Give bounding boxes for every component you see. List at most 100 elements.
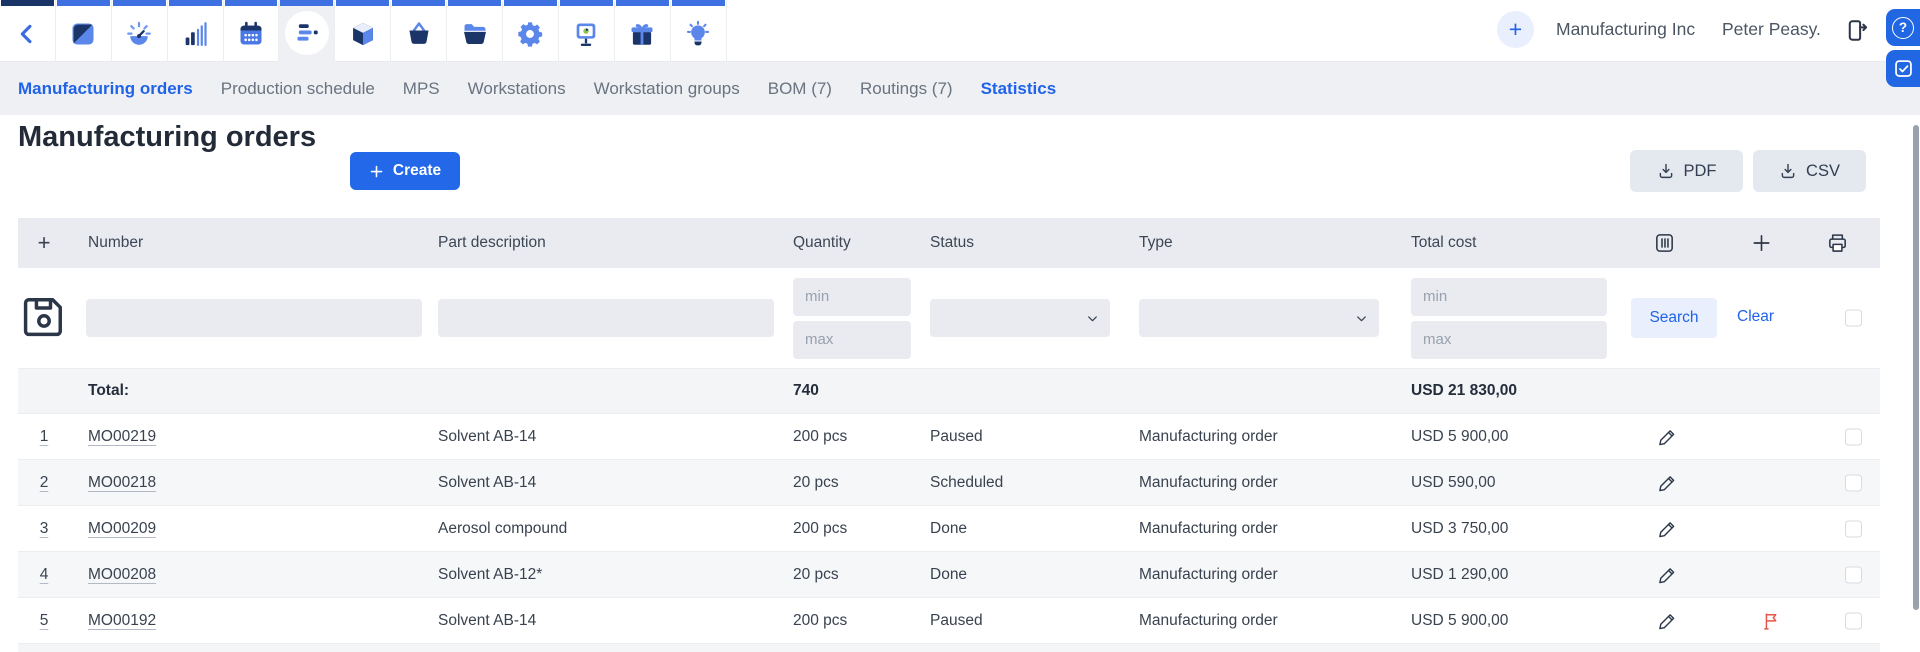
part-description-filter-input[interactable] (438, 299, 774, 337)
download-icon (1781, 163, 1795, 179)
col-header-total-cost[interactable]: Total cost (1411, 234, 1623, 252)
flag-icon[interactable] (1761, 610, 1782, 631)
production-planning-icon[interactable] (279, 0, 336, 62)
number-filter-input[interactable] (86, 299, 422, 337)
chevron-down-icon (1357, 316, 1366, 322)
edit-pencil-icon[interactable] (1657, 472, 1678, 493)
topbar-right: + Manufacturing Inc Peter Peasy. (1490, 0, 1890, 62)
total-cost-cell: USD 5 900,00 (1411, 427, 1509, 445)
order-number-link[interactable]: MO00208 (88, 566, 156, 583)
row-checkbox[interactable] (1845, 520, 1862, 537)
status-cell: Paused (930, 427, 983, 445)
part-description-cell: Solvent AB-14 (438, 611, 537, 629)
marketing-icon[interactable] (559, 0, 615, 62)
add-column-icon[interactable] (1750, 232, 1773, 255)
status-cell: Done (930, 565, 968, 583)
settings-icon[interactable] (503, 0, 559, 62)
columns-settings-icon[interactable] (1653, 232, 1676, 255)
tab-statistics[interactable]: Statistics (981, 79, 1057, 99)
row-index-link[interactable]: 4 (40, 566, 49, 583)
total-row: Total: 740 USD 21 830,00 (18, 368, 1880, 413)
app-screen: + Manufacturing Inc Peter Peasy. ? Manuf… (0, 0, 1920, 652)
quantity-cell: 200 pcs (793, 427, 848, 445)
order-number-link[interactable]: MO00192 (88, 612, 156, 629)
tab-workstation-groups[interactable]: Workstation groups (594, 79, 740, 99)
row-checkbox[interactable] (1845, 566, 1862, 583)
order-number-link[interactable]: MO00209 (88, 520, 156, 537)
row-checkbox[interactable] (1845, 428, 1862, 445)
topbar-strip (504, 0, 557, 6)
logout-icon[interactable] (1842, 17, 1869, 44)
expand-all-icon[interactable]: + (38, 230, 51, 255)
select-all-checkbox[interactable] (1845, 309, 1862, 327)
section-nav: Manufacturing orders Production schedule M… (0, 62, 1920, 115)
download-icon (1659, 163, 1672, 179)
tab-bom-7[interactable]: BOM (7) (768, 79, 832, 99)
user-name[interactable]: Peter Peasy. (1722, 19, 1821, 40)
procurement-icon[interactable] (391, 0, 448, 62)
pdf-export-button[interactable]: PDF (1630, 150, 1743, 192)
topbar-strip (56, 0, 110, 6)
quantity-cell: 200 pcs (793, 611, 848, 629)
tab-workstations[interactable]: Workstations (468, 79, 566, 99)
tab-production-schedule[interactable]: Production schedule (221, 79, 375, 99)
create-button[interactable]: Create (350, 152, 460, 190)
row-index-link[interactable]: 2 (40, 474, 49, 491)
tab-manufacturing-orders[interactable]: Manufacturing orders (18, 79, 193, 99)
question-icon: ? (1892, 16, 1914, 39)
topbar-strip (336, 0, 390, 6)
status-filter-select[interactable] (930, 299, 1110, 337)
quick-add-button[interactable]: + (1497, 11, 1534, 48)
row-index-link[interactable]: 3 (40, 520, 49, 537)
rewards-icon[interactable] (615, 0, 671, 62)
plus-icon (370, 165, 383, 177)
tab-mps[interactable]: MPS (403, 79, 440, 99)
status-cell: Done (930, 519, 968, 537)
type-filter-select[interactable] (1139, 299, 1379, 337)
clear-filters-link[interactable]: Clear (1737, 308, 1774, 326)
row-checkbox[interactable] (1845, 474, 1862, 491)
col-header-status[interactable]: Status (930, 234, 1139, 252)
total-cost-min-input[interactable] (1411, 277, 1607, 316)
quantity-max-input[interactable] (793, 320, 911, 359)
edit-pencil-icon[interactable] (1657, 610, 1678, 631)
row-index-link[interactable]: 5 (40, 612, 49, 629)
search-button[interactable]: Search (1631, 298, 1717, 338)
tasks-button[interactable] (1886, 50, 1920, 87)
order-number-link[interactable]: MO00219 (88, 428, 156, 445)
statistics-icon[interactable] (168, 0, 224, 62)
order-number-link[interactable]: MO00218 (88, 474, 156, 491)
type-cell: Manufacturing order (1139, 473, 1278, 491)
dashboard-icon[interactable] (112, 0, 168, 62)
ideas-icon[interactable] (671, 0, 727, 62)
col-header-type[interactable]: Type (1139, 234, 1411, 252)
col-header-number[interactable]: Number (70, 234, 438, 252)
app-logo-icon[interactable] (56, 0, 112, 62)
col-header-quantity[interactable]: Quantity (793, 234, 930, 252)
total-cost-cell: USD 5 900,00 (1411, 611, 1509, 629)
row-checkbox[interactable] (1845, 612, 1862, 629)
stock-icon[interactable] (335, 0, 392, 62)
topbar-strip (392, 0, 446, 6)
back-icon[interactable] (0, 0, 56, 62)
edit-pencil-icon[interactable] (1657, 564, 1678, 585)
topbar-strip (280, 0, 334, 6)
edit-pencil-icon[interactable] (1657, 518, 1678, 539)
tab-routings-7[interactable]: Routings (7) (860, 79, 953, 99)
help-button[interactable]: ? (1886, 9, 1920, 46)
quantity-min-input[interactable] (793, 277, 911, 316)
edit-pencil-icon[interactable] (1657, 426, 1678, 447)
calendar-icon[interactable] (224, 0, 280, 62)
documents-icon[interactable] (447, 0, 504, 62)
total-cost-cell: USD 1 290,00 (1411, 565, 1509, 583)
part-description-cell: Solvent AB-14 (438, 427, 537, 445)
row-index-link[interactable]: 1 (40, 428, 49, 445)
csv-export-button[interactable]: CSV (1753, 150, 1866, 192)
save-filter-icon[interactable] (18, 297, 70, 346)
total-cost-max-input[interactable] (1411, 320, 1607, 359)
print-icon[interactable] (1826, 232, 1849, 255)
part-description-cell: Solvent AB-12* (438, 565, 543, 583)
vertical-scrollbar[interactable] (1913, 125, 1919, 610)
company-name[interactable]: Manufacturing Inc (1556, 19, 1695, 40)
col-header-part-description[interactable]: Part description (438, 234, 793, 252)
